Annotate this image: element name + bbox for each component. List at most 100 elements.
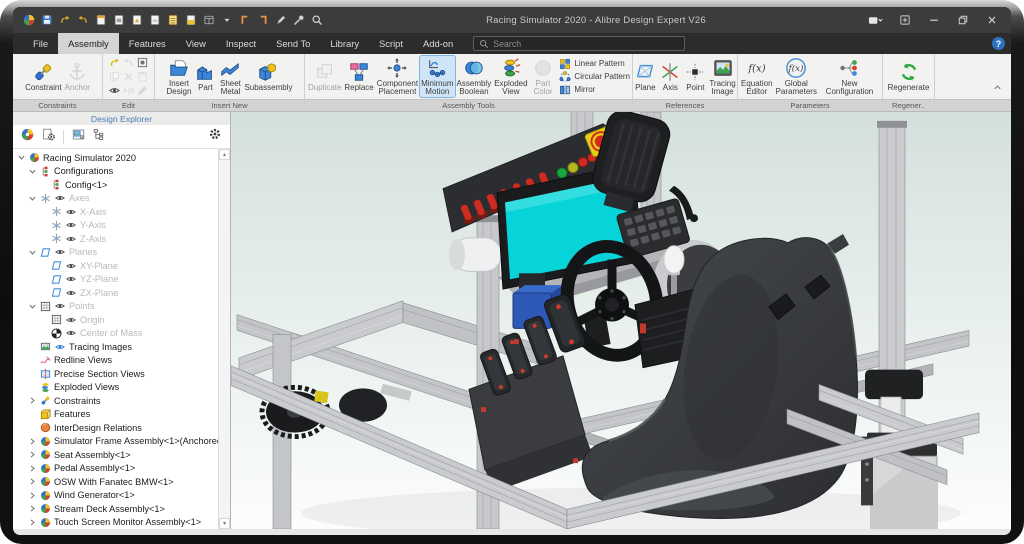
tree-item-racing-simulator-2020[interactable]: Racing Simulator 2020 bbox=[13, 151, 218, 165]
panel-tree-view-button[interactable] bbox=[93, 128, 106, 146]
tree-item-points[interactable]: Points bbox=[13, 300, 218, 314]
search-input[interactable]: Search bbox=[473, 36, 685, 51]
qat-select-bracket-right[interactable] bbox=[255, 12, 270, 28]
equation-editor-button[interactable]: f(x)Equation Editor bbox=[740, 56, 774, 98]
panel-title[interactable]: Design Explorer bbox=[13, 112, 230, 125]
tree-item-tracing-images[interactable]: Tracing Images bbox=[13, 340, 218, 354]
sheet-metal-button[interactable]: Sheet Metal bbox=[218, 56, 242, 98]
menu-tab-library[interactable]: Library bbox=[320, 33, 369, 54]
menu-tab-add-on[interactable]: Add-on bbox=[413, 33, 463, 54]
qat-dropdown-caret[interactable] bbox=[219, 12, 234, 28]
edit-delete-button[interactable] bbox=[122, 70, 136, 84]
menu-tab-send-to[interactable]: Send To bbox=[266, 33, 320, 54]
tree-item-xy-plane[interactable]: XY-Plane bbox=[13, 259, 218, 273]
qat-window-manager[interactable] bbox=[201, 12, 216, 28]
edit-copy-button[interactable] bbox=[108, 70, 122, 84]
tree-item-exploded-views[interactable]: Exploded Views bbox=[13, 381, 218, 395]
tree-item-pedal-assembly-1[interactable]: Pedal Assembly<1> bbox=[13, 462, 218, 476]
tree-item-simulator-frame-assembly-1-anchored[interactable]: Simulator Frame Assembly<1>(Anchored) bbox=[13, 435, 218, 449]
menu-tab-features[interactable]: Features bbox=[119, 33, 176, 54]
regenerate-button[interactable]: Regenerate bbox=[887, 60, 931, 93]
menu-tab-assembly[interactable]: Assembly bbox=[58, 33, 119, 54]
linear-pattern-button[interactable]: Linear Pattern bbox=[559, 58, 630, 70]
tree-item-z-axis[interactable]: Z-Axis bbox=[13, 232, 218, 246]
replace-button[interactable]: Replace bbox=[343, 60, 374, 93]
tree-item-yz-plane[interactable]: YZ-Plane bbox=[13, 273, 218, 287]
qat-new-sheet-metal[interactable] bbox=[147, 12, 162, 28]
new-configuration-button[interactable]: New Configuration bbox=[819, 56, 880, 98]
tree-item-config-1[interactable]: Config<1> bbox=[13, 178, 218, 192]
constraint-button[interactable]: Constraint bbox=[24, 60, 62, 93]
qat-new-assembly[interactable] bbox=[111, 12, 126, 28]
menu-tab-inspect[interactable]: Inspect bbox=[216, 33, 266, 54]
qat-measure-probe[interactable] bbox=[291, 12, 306, 28]
component-placement-button[interactable]: Component Placement bbox=[376, 56, 419, 98]
circular-pattern-button[interactable]: Circular Pattern bbox=[559, 71, 630, 83]
subassembly-button[interactable]: Subassembly bbox=[243, 60, 293, 93]
scroll-down-button[interactable]: ▾ bbox=[219, 518, 230, 529]
edit-edit-button[interactable] bbox=[136, 84, 150, 98]
panel-img-panel-button[interactable] bbox=[72, 128, 85, 146]
edit-visibility-button[interactable] bbox=[108, 84, 122, 98]
tree-item-configurations[interactable]: Configurations bbox=[13, 165, 218, 179]
tree-item-y-axis[interactable]: Y-Axis bbox=[13, 219, 218, 233]
ribbon-display-button[interactable] bbox=[868, 13, 883, 28]
qat-undo[interactable] bbox=[57, 12, 72, 28]
scroll-up-button[interactable]: ▴ bbox=[219, 149, 230, 160]
edit-redo-button[interactable] bbox=[122, 56, 136, 70]
tree-item-zx-plane[interactable]: ZX-Plane bbox=[13, 286, 218, 300]
edit-properties-button[interactable] bbox=[136, 56, 150, 70]
servo-drum[interactable] bbox=[449, 238, 501, 271]
tree-item-wind-generator-1[interactable]: Wind Generator<1> bbox=[13, 489, 218, 503]
point-button[interactable]: Point bbox=[683, 60, 707, 93]
tree-item-stream-deck-assembly-1[interactable]: Stream Deck Assembly<1> bbox=[13, 502, 218, 516]
qat-new-part[interactable] bbox=[93, 12, 108, 28]
maximize-button[interactable] bbox=[955, 13, 970, 28]
minimum-motion-button[interactable]: Minimum Motion bbox=[420, 56, 454, 98]
qat-redo[interactable] bbox=[75, 12, 90, 28]
edit-paste-button[interactable] bbox=[136, 70, 150, 84]
tree-item-redline-views[interactable]: Redline Views bbox=[13, 354, 218, 368]
part-button[interactable]: Part bbox=[193, 60, 217, 93]
insert-design-button[interactable]: Insert Design bbox=[166, 56, 193, 98]
qat-new-bom[interactable] bbox=[165, 12, 180, 28]
help-icon[interactable]: ? bbox=[992, 37, 1005, 50]
plane-button[interactable]: Plane bbox=[633, 60, 657, 93]
minimize-button[interactable] bbox=[926, 13, 941, 28]
qat-annotate-pencil[interactable] bbox=[273, 12, 288, 28]
tree-item-origin[interactable]: Origin bbox=[13, 313, 218, 327]
qat-new-drawing[interactable] bbox=[129, 12, 144, 28]
assembly-boolean-button[interactable]: Assembly Boolean bbox=[456, 56, 493, 98]
panel-colorwheel-button[interactable] bbox=[21, 128, 34, 146]
tree-scrollbar[interactable]: ▴ ▾ bbox=[218, 149, 230, 529]
tree-item-center-of-mass[interactable]: Center of Mass bbox=[13, 327, 218, 341]
viewport-3d[interactable] bbox=[231, 112, 1011, 529]
tree-item-axes[interactable]: Axes bbox=[13, 192, 218, 206]
qat-zoom-search[interactable] bbox=[309, 12, 324, 28]
tree-item-interdesign-relations[interactable]: InterDesign Relations bbox=[13, 421, 218, 435]
edit-undo-button[interactable] bbox=[108, 56, 122, 70]
tree-item-osw-with-fanatec-bmw-1[interactable]: OSW With Fanatec BMW<1> bbox=[13, 475, 218, 489]
tree-item-features[interactable]: Features bbox=[13, 408, 218, 422]
tree-item-seat-assembly-1[interactable]: Seat Assembly<1> bbox=[13, 448, 218, 462]
panel-doc-gear-button[interactable] bbox=[42, 128, 55, 146]
ribbon-collapse-button[interactable] bbox=[992, 80, 1003, 98]
axis-button[interactable]: Axis bbox=[658, 60, 682, 93]
qat-save[interactable] bbox=[39, 12, 54, 28]
tracing-image-button[interactable]: Tracing Image bbox=[708, 56, 736, 98]
tree-item-precise-section-views[interactable]: Precise Section Views bbox=[13, 367, 218, 381]
tree-item-planes[interactable]: Planes bbox=[13, 246, 218, 260]
edit-flip-button[interactable] bbox=[122, 84, 136, 98]
qat-app-logo[interactable] bbox=[21, 12, 36, 28]
tree-item-x-axis[interactable]: X-Axis bbox=[13, 205, 218, 219]
global-parameters-button[interactable]: f(x)Global Parameters bbox=[775, 56, 818, 98]
menu-tab-script[interactable]: Script bbox=[369, 33, 413, 54]
menu-tab-view[interactable]: View bbox=[176, 33, 216, 54]
close-button[interactable] bbox=[984, 13, 999, 28]
qat-select-bracket-left[interactable] bbox=[237, 12, 252, 28]
tree-item-touch-screen-monitor-assembly-1[interactable]: Touch Screen Monitor Assembly<1> bbox=[13, 516, 218, 530]
mirror-button[interactable]: Mirror bbox=[559, 84, 630, 96]
tree-item-constraints[interactable]: Constraints bbox=[13, 394, 218, 408]
exploded-view-button[interactable]: Exploded View bbox=[493, 56, 528, 98]
new-window-button[interactable] bbox=[897, 13, 912, 28]
